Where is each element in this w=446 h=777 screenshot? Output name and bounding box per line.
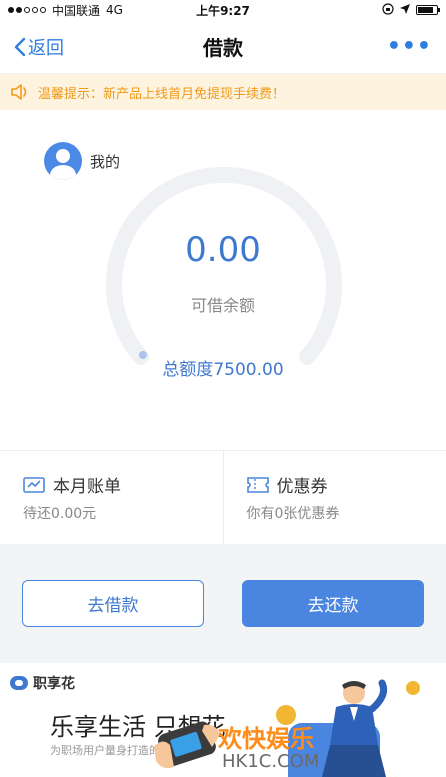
back-label: 返回 (28, 37, 64, 59)
shortcut-cards: 本月账单 待还0.00元 优惠券 你有0张优惠券 (0, 450, 446, 544)
game-controller-icon (154, 721, 220, 769)
bill-icon (23, 476, 45, 493)
total-credit-limit: 总额度7500.00 (162, 360, 284, 380)
avatar (44, 142, 82, 180)
available-amount-label: 可借余额 (190, 296, 255, 315)
available-amount: 0.00 (185, 230, 261, 270)
promo-banner[interactable]: 职享花 乐享生活 只想花 为职场用户量身打造的消费品牌 欢快娱乐 HK1C.CO… (0, 663, 446, 777)
battery-icon (416, 5, 440, 15)
borrow-button[interactable]: 去借款 (22, 579, 204, 627)
status-bar: 中国联通 4G 上午9:27 (0, 0, 446, 20)
brand-logo-icon (10, 676, 28, 690)
action-buttons: 去借款 去还款 (0, 544, 446, 662)
status-right (382, 2, 440, 18)
monthly-bill-title: 本月账单 (53, 477, 121, 497)
network-type: 4G (106, 3, 123, 17)
chevron-left-icon (14, 37, 26, 56)
coupon-card[interactable]: 优惠券 你有0张优惠券 (222, 451, 446, 544)
monthly-bill-subtitle: 待还0.00元 (23, 506, 97, 522)
coupon-icon (246, 476, 269, 493)
brand-name: 职享花 (33, 676, 75, 692)
monthly-bill-title-row: 本月账单 (23, 472, 223, 497)
repay-button[interactable]: 去还款 (242, 579, 424, 627)
back-button[interactable]: 返回 (14, 34, 64, 60)
carrier-name: 中国联通 (52, 3, 101, 18)
watermark-url: HK1C.COM (222, 751, 320, 772)
more-options-button[interactable]: ••• (387, 34, 432, 59)
credit-summary: 我的 0.00 可借余额 总额度7500.00 (0, 110, 446, 450)
notice-text: 温馨提示：新产品上线首月免提现手续费！ (38, 86, 286, 102)
navigation-bar: 返回 借款 ••• (0, 20, 446, 74)
rotation-lock-icon (382, 2, 394, 18)
location-icon (400, 3, 410, 17)
coupon-subtitle: 你有0张优惠券 (246, 506, 340, 522)
status-left: 中国联通 4G (8, 2, 123, 19)
signal-strength-icon (8, 7, 46, 13)
watermark-text: 欢快娱乐 (218, 725, 314, 753)
coupon-title: 优惠券 (276, 477, 328, 497)
notice-banner: 温馨提示：新产品上线首月免提现手续费！ (0, 74, 446, 110)
coin-icon (406, 681, 420, 695)
monthly-bill-card[interactable]: 本月账单 待还0.00元 (0, 451, 223, 544)
brand: 职享花 (10, 673, 75, 693)
page-title: 借款 (203, 36, 243, 60)
speaker-icon (11, 84, 27, 100)
coupon-title-row: 优惠券 (246, 472, 446, 497)
